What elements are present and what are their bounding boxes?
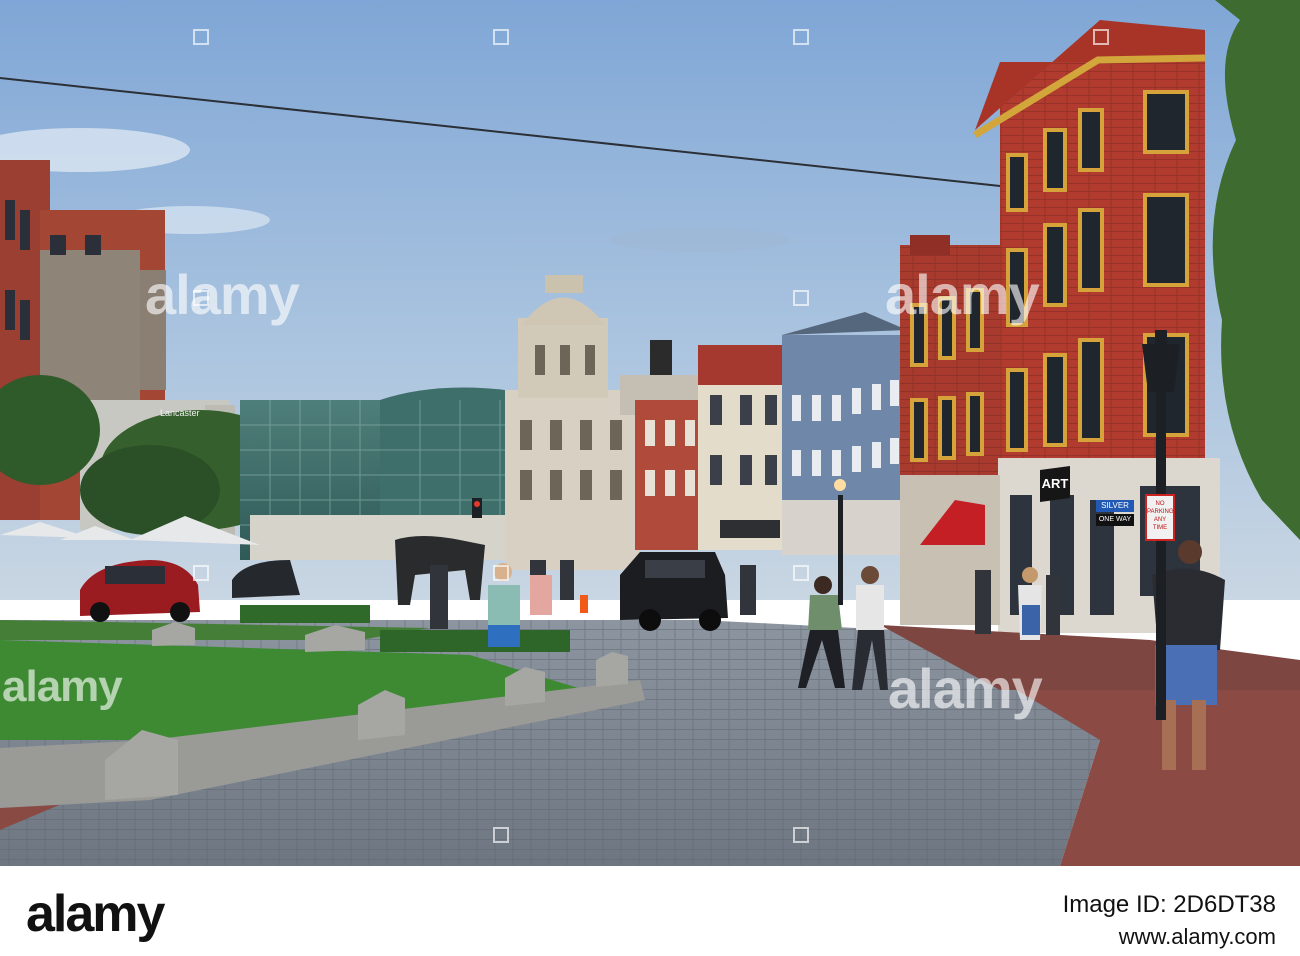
watermark-text: alamy [885,263,1040,326]
photo-frame: ART SILVER ONE WAY NO PARKING ANY TIME L… [0,0,1300,956]
watermark-mark [493,827,509,843]
watermark-mark [793,29,809,45]
image-id-label: Image ID: 2D6DT38 [1062,891,1276,918]
traffic-signal [472,498,482,518]
watermark-mark [193,565,209,581]
footer-logo: alamy [26,885,165,943]
watermark-text: alamy [145,263,300,326]
store-sign-text: Lancaster [160,408,200,418]
watermark-mark [193,290,209,306]
footer-url: www.alamy.com [1118,924,1276,949]
watermark-text: alamy [2,662,123,711]
watermark-mark [1093,29,1109,45]
watermark-mark [793,565,809,581]
no-parking-sign-text: NO PARKING ANY TIME [1147,501,1174,531]
cloud [610,228,790,252]
watermark-mark [493,29,509,45]
watermark-mark [793,827,809,843]
watermark-mark [193,29,209,45]
watermark-mark [493,565,509,581]
flower-bed [240,605,370,623]
watermark-text: alamy [888,657,1043,720]
street-scene-photo [0,0,1300,866]
black-pickup-truck [620,552,728,631]
art-sign-text: ART [1041,476,1069,491]
watermark-mark [793,290,809,306]
street-sign-text: SILVER [1101,501,1129,510]
one-way-sign-text: ONE WAY [1098,516,1132,523]
